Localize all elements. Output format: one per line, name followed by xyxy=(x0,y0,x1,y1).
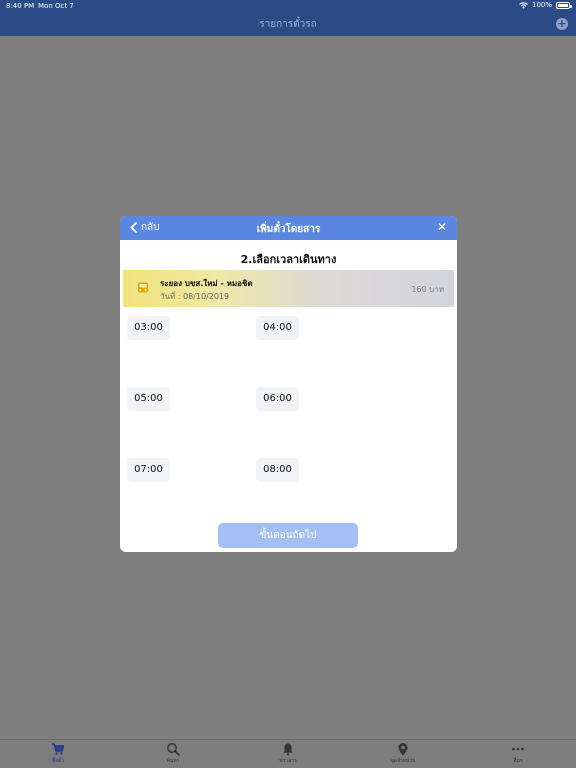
tab-bar: ซื้อตั๋ว ค้นหา ข่าวสาร จุดจำหน่าย อื่นๆ xyxy=(0,739,576,768)
time-option[interactable]: 07:00 xyxy=(127,458,170,482)
battery-icon xyxy=(556,1,572,9)
wifi-icon xyxy=(519,1,528,9)
tab-label: ข่าวสาร xyxy=(279,758,297,764)
tab-buy-ticket[interactable]: ซื้อตั๋ว xyxy=(28,742,88,765)
location-pin-icon xyxy=(398,743,408,756)
search-icon xyxy=(167,743,180,756)
tab-label: จุดจำหน่าย xyxy=(390,758,416,764)
bus-icon xyxy=(138,282,148,293)
time-option[interactable]: 03:00 xyxy=(127,316,170,340)
route-date: วันที่ : 08/10/2019 xyxy=(160,292,230,301)
status-bar: 8:40 PM Mon Oct 7 100% xyxy=(0,0,576,12)
next-step-button[interactable]: ขั้นตอนถัดไป xyxy=(218,523,358,548)
tab-more[interactable]: อื่นๆ xyxy=(488,742,548,765)
modal-header: กลับ เพิ่มตั๋วโดยสาร ✕ xyxy=(120,216,457,240)
add-ticket-modal: กลับ เพิ่มตั๋วโดยสาร ✕ 2.เลือกเวลาเดินทา… xyxy=(120,216,457,552)
tab-label: ค้นหา xyxy=(166,758,180,764)
time-option[interactable]: 05:00 xyxy=(127,387,170,411)
status-time: 8:40 PM xyxy=(6,2,35,10)
battery-percent: 100% xyxy=(531,1,552,9)
tab-label: ซื้อตั๋ว xyxy=(51,758,65,764)
time-option[interactable]: 06:00 xyxy=(256,387,299,411)
modal-title: เพิ่มตั๋วโดยสาร xyxy=(256,224,321,235)
close-icon[interactable]: ✕ xyxy=(437,220,447,234)
step-title: 2.เลือกเวลาเดินทาง xyxy=(240,253,337,266)
time-option[interactable]: 08:00 xyxy=(256,458,299,482)
more-icon xyxy=(512,747,524,751)
page-title: รายการตั๋วรถ xyxy=(259,19,317,30)
status-right: 100% xyxy=(519,1,572,9)
status-date: Mon Oct 7 xyxy=(38,2,74,10)
add-icon[interactable]: + xyxy=(556,18,568,30)
tab-search[interactable]: ค้นหา xyxy=(143,742,203,765)
route-price: 160 บาท xyxy=(411,285,444,294)
route-card: ระยอง บขส.ใหม่ - หมอชิต วันที่ : 08/10/2… xyxy=(123,270,454,307)
route-name: ระยอง บขส.ใหม่ - หมอชิต xyxy=(160,279,253,288)
tab-news[interactable]: ข่าวสาร xyxy=(258,742,318,765)
tab-locations[interactable]: จุดจำหน่าย xyxy=(373,742,433,765)
tab-label: อื่นๆ xyxy=(513,758,523,764)
nav-bar: รายการตั๋วรถ + xyxy=(0,12,576,36)
time-option[interactable]: 04:00 xyxy=(256,316,299,340)
bell-icon xyxy=(283,743,293,756)
cart-icon xyxy=(52,743,65,755)
